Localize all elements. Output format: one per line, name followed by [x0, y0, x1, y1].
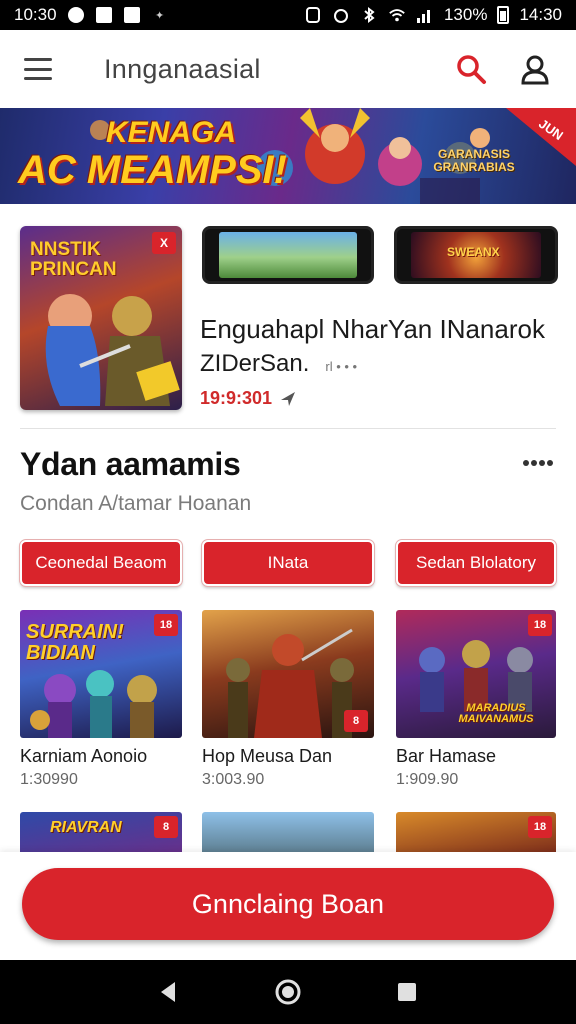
section-title: Ydan aamamis: [20, 446, 241, 482]
battery-percent: 130%: [443, 5, 488, 24]
banner-title-line2: AC MEAMPSI!: [18, 148, 287, 192]
menu-icon[interactable]: [24, 58, 52, 80]
more-notifications-icon: ✦: [154, 9, 165, 22]
game-card-price: 3:003.90: [202, 771, 265, 788]
alarm-icon: [332, 6, 350, 24]
app-bar: Innganaasial: [0, 30, 576, 108]
system-nav-bar: [0, 960, 576, 1024]
primary-cta-button[interactable]: Gnnclaing Boan: [22, 868, 554, 940]
photo-icon: [95, 6, 113, 24]
featured-thumb-2[interactable]: SWEANX: [394, 226, 558, 284]
recents-icon[interactable]: [393, 978, 421, 1006]
status-bar: 10:30 ✦ 130% 14:30: [0, 0, 576, 30]
age-badge: 18: [154, 614, 178, 636]
thumb-2-title: SWEANX: [447, 245, 500, 259]
featured-meta: rl • • •: [325, 359, 358, 374]
status-left: 10:30 ✦: [14, 5, 169, 25]
send-icon[interactable]: [280, 391, 296, 407]
game-card-name: Karniam Aonoio: [20, 746, 148, 766]
game-card-art-title: RIAVRAN: [50, 819, 122, 836]
bottom-cta-container: Gnnclaing Boan: [0, 852, 576, 960]
featured-subtitle: ZIDerSan.: [200, 350, 310, 377]
game-card[interactable]: MARADIUS MAIVANAMUS 18 Bar Hamase 1:909.…: [396, 610, 556, 789]
status-time-left: 10:30: [14, 5, 57, 24]
signal-icon: [416, 6, 434, 24]
game-card-image: 8: [202, 610, 374, 738]
filter-chip[interactable]: Ceonedal Beaom: [19, 539, 183, 587]
thumb-1-image: [219, 232, 357, 278]
battery-icon: [497, 6, 510, 24]
notification-icon: [67, 6, 85, 24]
section-divider: [20, 428, 556, 429]
user-icon[interactable]: [518, 52, 552, 86]
filter-chip[interactable]: INata: [201, 539, 375, 587]
home-icon[interactable]: [274, 978, 302, 1006]
message-icon: [123, 6, 141, 24]
section-subtitle: Condan A/tamar Hoanan: [20, 492, 252, 515]
age-badge: 18: [528, 816, 552, 838]
promo-banner[interactable]: KENAGA AC MEAMPSI! GARANASIS GRANRABIAS …: [0, 108, 576, 204]
age-badge: 8: [154, 816, 178, 838]
game-card-price: 1:909.90: [396, 771, 459, 788]
game-card-price: 1:30990: [20, 771, 78, 788]
search-icon[interactable]: [454, 52, 488, 86]
game-card-partial[interactable]: RIAVRAN 8: [20, 812, 182, 856]
featured-main-image[interactable]: NNSTIK PRINCAN X: [20, 226, 182, 410]
featured-badge: X: [152, 232, 176, 254]
featured-subtitle-row: ZIDerSan. rl • • •: [200, 350, 357, 378]
game-card[interactable]: SURRAIN! BIDIAN 18 Karniam Aonoio 1:3099…: [20, 610, 182, 789]
game-card-partial[interactable]: 18: [396, 812, 556, 856]
featured-price-row: 19:9:301: [200, 388, 296, 409]
game-card-art-title: MARADIUS MAIVANAMUS: [458, 701, 534, 726]
game-card-name: Bar Hamase: [396, 746, 497, 766]
featured-price: 19:9:301: [200, 388, 273, 408]
banner-title: KENAGA AC MEAMPSI!: [18, 116, 287, 192]
filter-chip[interactable]: Sedan Blolatory: [395, 539, 557, 587]
banner-title-line1: KENAGA: [106, 116, 237, 149]
featured-thumb-1[interactable]: [202, 226, 374, 284]
age-badge: 18: [528, 614, 552, 636]
nfc-icon: [304, 6, 322, 24]
bluetooth-icon: [360, 6, 378, 24]
game-card-partial[interactable]: [202, 812, 374, 856]
status-time-right: 14:30: [519, 5, 562, 24]
age-badge: 8: [344, 710, 368, 732]
game-card[interactable]: 8 Hop Meusa Dan 3:003.90: [202, 610, 374, 789]
status-right: 130% 14:30: [304, 5, 562, 25]
game-card-name: Hop Meusa Dan: [202, 746, 333, 766]
back-icon[interactable]: [155, 978, 183, 1006]
more-options-icon[interactable]: [522, 458, 554, 468]
banner-corner-ribbon: [506, 108, 576, 166]
wifi-icon: [388, 6, 406, 24]
featured-title[interactable]: Enguahapl NharYan INanarok: [200, 312, 570, 346]
game-card-image: MARADIUS MAIVANAMUS 18: [396, 610, 556, 738]
game-card-image: SURRAIN! BIDIAN 18: [20, 610, 182, 738]
app-title: Innganaasial: [104, 53, 261, 84]
